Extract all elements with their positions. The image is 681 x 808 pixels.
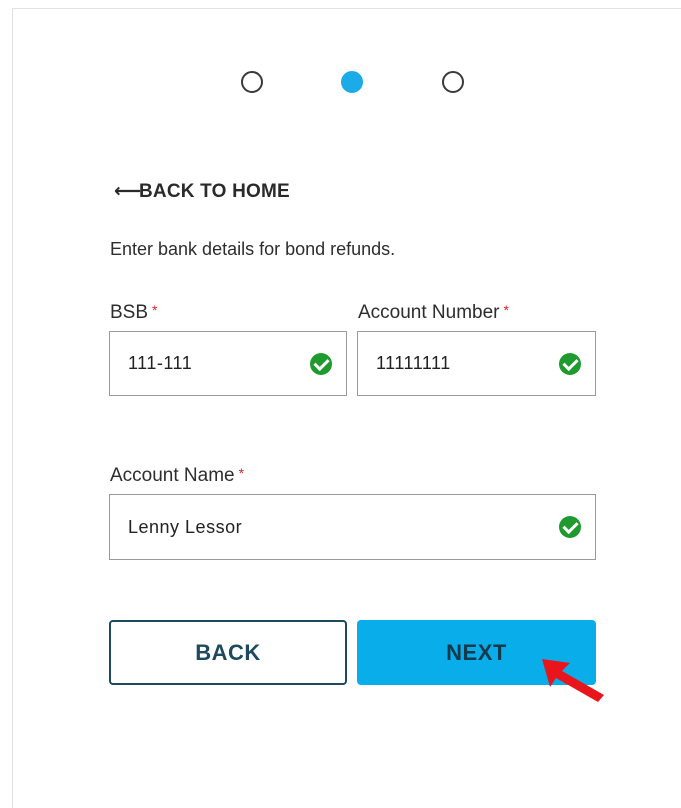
valid-check-icon bbox=[310, 352, 332, 375]
required-marker: * bbox=[503, 302, 509, 318]
bsb-label: BSB * bbox=[110, 302, 157, 324]
account-number-field[interactable]: 11111111 bbox=[357, 331, 596, 396]
form-instruction: Enter bank details for bond refunds. bbox=[110, 239, 396, 259]
step-1-indicator[interactable] bbox=[241, 71, 263, 93]
required-marker: * bbox=[152, 302, 158, 318]
form-card bbox=[12, 8, 681, 808]
back-arrow-icon: ⟵ bbox=[114, 181, 142, 202]
valid-check-icon bbox=[559, 516, 581, 538]
account-number-value[interactable]: 11111111 bbox=[358, 353, 559, 374]
account-name-value[interactable]: Lenny Lessor bbox=[110, 517, 559, 538]
bsb-label-text: BSB bbox=[110, 302, 149, 323]
account-name-label: Account Name * bbox=[110, 465, 244, 487]
step-2-indicator[interactable] bbox=[341, 71, 363, 93]
account-number-label-text: Account Number bbox=[358, 302, 500, 323]
back-to-home-label: BACK TO HOME bbox=[139, 180, 290, 202]
step-3-indicator[interactable] bbox=[442, 71, 464, 93]
valid-check-icon bbox=[559, 352, 581, 375]
account-name-field[interactable]: Lenny Lessor bbox=[109, 494, 596, 560]
bsb-field[interactable]: 111-111 bbox=[109, 331, 347, 396]
back-to-home-link[interactable]: ⟵ BACK TO HOME bbox=[114, 180, 290, 203]
bsb-value[interactable]: 111-111 bbox=[110, 353, 310, 374]
back-button[interactable]: BACK bbox=[109, 620, 347, 685]
required-marker: * bbox=[238, 465, 245, 481]
account-number-label: Account Number * bbox=[358, 302, 509, 324]
next-button[interactable]: NEXT bbox=[357, 620, 596, 685]
account-name-label-text: Account Name bbox=[110, 465, 235, 486]
